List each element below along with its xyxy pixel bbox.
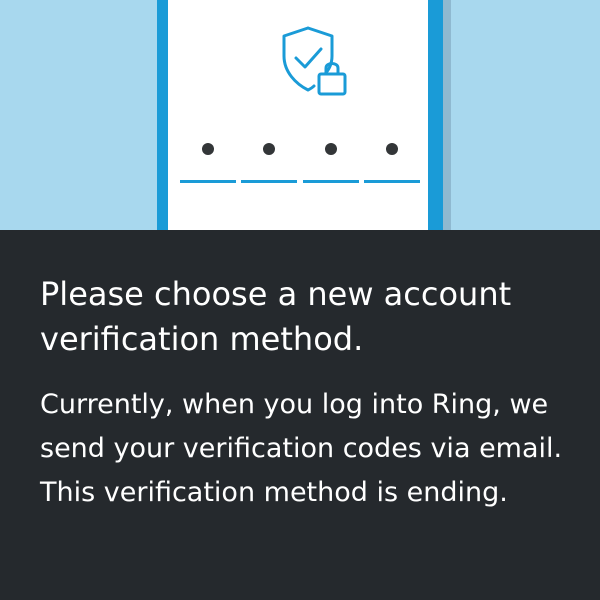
pin-dot xyxy=(202,143,214,155)
pin-slot xyxy=(363,138,420,188)
pin-dot xyxy=(385,143,398,155)
message-panel: Please choose a new account verification… xyxy=(0,230,600,600)
verification-screen: Please choose a new account verification… xyxy=(0,0,600,600)
pin-code-row xyxy=(180,138,420,188)
shield-lock-icon xyxy=(282,26,347,96)
pin-slot xyxy=(241,138,298,188)
pin-slot xyxy=(180,138,236,188)
pin-dot xyxy=(263,143,276,155)
pin-underline xyxy=(241,180,298,183)
verification-illustration xyxy=(0,0,600,230)
pin-underline xyxy=(302,180,359,183)
description-text: Currently, when you log into Ring, we se… xyxy=(40,389,563,508)
pin-underline xyxy=(180,180,236,183)
phone-shadow xyxy=(443,0,451,230)
page-title: Please choose a new account verification… xyxy=(40,275,512,358)
pin-dot xyxy=(324,143,337,155)
pin-slot xyxy=(302,138,359,188)
phone-screen xyxy=(168,0,428,230)
phone-graphic xyxy=(157,0,443,230)
pin-underline xyxy=(363,180,420,183)
